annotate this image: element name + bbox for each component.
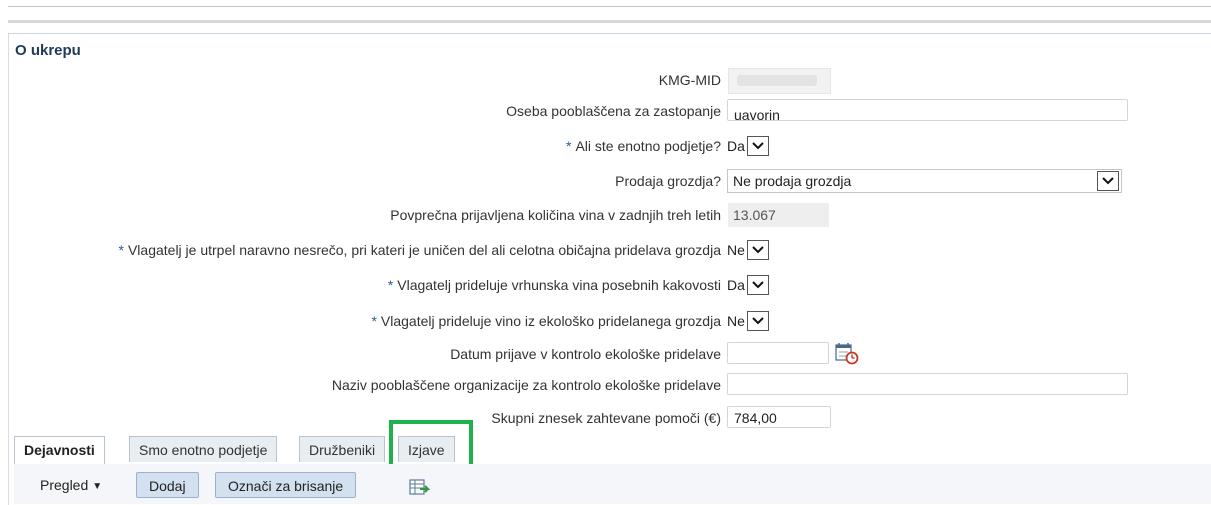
section-title: O ukrepu (15, 42, 81, 59)
row-ekolosko: * Vlagatelj prideluje vino iz ekološko pr… (0, 309, 1211, 335)
row-datum-prijave: Datum prijave v kontrolo ekološke pridel… (0, 342, 1211, 368)
top-strip (0, 0, 1211, 24)
row-naravna-nesreca: * Vlagatelj je utrpel naravno nesrečo, pr… (0, 238, 1211, 264)
required-marker: * (387, 277, 394, 293)
ekolosko-label: * Vlagatelj prideluje vino iz ekološko pr… (371, 313, 721, 329)
row-naziv-organizacije: Naziv pooblaščene organizacije za kontro… (0, 373, 1211, 399)
ekolosko-value: Ne (727, 313, 745, 329)
chevron-down-icon[interactable] (746, 240, 769, 260)
naravna-nesreca-value: Ne (727, 242, 745, 258)
calendar-icon[interactable] (834, 342, 860, 366)
required-marker: * (565, 138, 572, 154)
tab-izjave[interactable]: Izjave (398, 436, 455, 462)
naravna-nesreca-label-text: Vlagatelj je utrpel naravno nesrečo, pri… (127, 242, 721, 258)
tab-bar: Dejavnosti Smo enotno podjetje Družbenik… (14, 436, 1211, 465)
enotno-podjetje-value: Da (727, 138, 745, 154)
skupni-znesek-input[interactable]: 784,00 (727, 406, 831, 428)
prodaja-grozdja-value: Ne prodaja grozdja (733, 173, 852, 189)
naravna-nesreca-select[interactable]: Ne (727, 238, 769, 262)
enotno-podjetje-select[interactable]: Da (727, 134, 769, 158)
enotno-podjetje-label-text: Ali ste enotno podjetje? (575, 138, 721, 154)
row-vrhunska-vina: * Vlagatelj prideluje vrhunska vina poseb… (0, 273, 1211, 299)
caret-down-icon: ▼ (92, 481, 103, 492)
top-divider-thick (8, 20, 1211, 23)
row-skupni-znesek: Skupni znesek zahtevane pomoči (€) 784,0… (0, 406, 1211, 432)
prodaja-grozdja-select[interactable]: Ne prodaja grozdja (727, 169, 1122, 193)
row-enotno-podjetje: * Ali ste enotno podjetje? Da (0, 134, 1211, 160)
kmg-mid-value-masked (728, 68, 831, 94)
chevron-down-icon[interactable] (746, 275, 769, 295)
naziv-organizacije-input[interactable] (727, 373, 1128, 395)
povprecna-kolicina-value: 13.067 (728, 203, 829, 227)
oseba-label: Oseba pooblaščena za zastopanje (506, 103, 721, 119)
naziv-organizacije-label: Naziv pooblaščene organizacije za kontro… (331, 377, 721, 393)
vrhunska-vina-value: Da (727, 277, 745, 293)
tab-smo-enotno-podjetje[interactable]: Smo enotno podjetje (129, 436, 278, 462)
tab-druzbeniki[interactable]: Družbeniki (299, 436, 386, 462)
export-icon[interactable] (408, 478, 431, 498)
kmg-mid-label: KMG-MID (658, 72, 721, 88)
chevron-down-icon[interactable] (746, 136, 769, 156)
naravna-nesreca-label: * Vlagatelj je utrpel naravno nesrečo, pr… (119, 242, 721, 258)
required-marker: * (371, 313, 377, 329)
required-marker: * (118, 242, 124, 258)
dodaj-button[interactable]: Dodaj (136, 472, 199, 498)
vrhunska-vina-select[interactable]: Da (727, 273, 769, 297)
ekolosko-label-text: Vlagatelj prideluje vino iz ekološko pri… (380, 313, 721, 329)
top-divider (8, 6, 1211, 7)
skupni-znesek-label: Skupni znesek zahtevane pomoči (€) (491, 410, 721, 426)
chevron-down-icon[interactable] (1097, 171, 1119, 191)
enotno-podjetje-label: * Ali ste enotno podjetje? (566, 138, 721, 154)
povprecna-kolicina-label: Povprečna prijavljena količina vina v za… (390, 207, 721, 223)
pregled-menu[interactable]: Pregled ▼ (40, 473, 102, 497)
vrhunska-vina-label: * Vlagatelj prideluje vrhunska vina poseb… (388, 277, 721, 293)
oseba-input[interactable]: uavorin (727, 99, 1128, 121)
table-toolbar: Pregled ▼ Dodaj Označi za brisanje (14, 464, 1211, 504)
row-povprecna-kolicina: Povprečna prijavljena količina vina v za… (0, 203, 1211, 229)
row-oseba: Oseba pooblaščena za zastopanje uavorin (0, 99, 1211, 125)
row-kmg-mid: KMG-MID (0, 68, 1211, 94)
prodaja-grozdja-label: Prodaja grozdja? (615, 173, 721, 189)
row-prodaja-grozdja: Prodaja grozdja? Ne prodaja grozdja (0, 169, 1211, 195)
oznaci-za-brisanje-button[interactable]: Označi za brisanje (215, 472, 357, 498)
datum-prijave-input[interactable] (727, 342, 829, 364)
vrhunska-vina-label-text: Vlagatelj prideluje vrhunska vina posebn… (397, 277, 721, 293)
tab-dejavnosti[interactable]: Dejavnosti (14, 436, 105, 464)
ekolosko-select[interactable]: Ne (727, 309, 769, 333)
datum-prijave-label: Datum prijave v kontrolo ekološke pridel… (450, 346, 721, 362)
chevron-down-icon[interactable] (746, 311, 769, 331)
pregled-label: Pregled (40, 477, 89, 493)
